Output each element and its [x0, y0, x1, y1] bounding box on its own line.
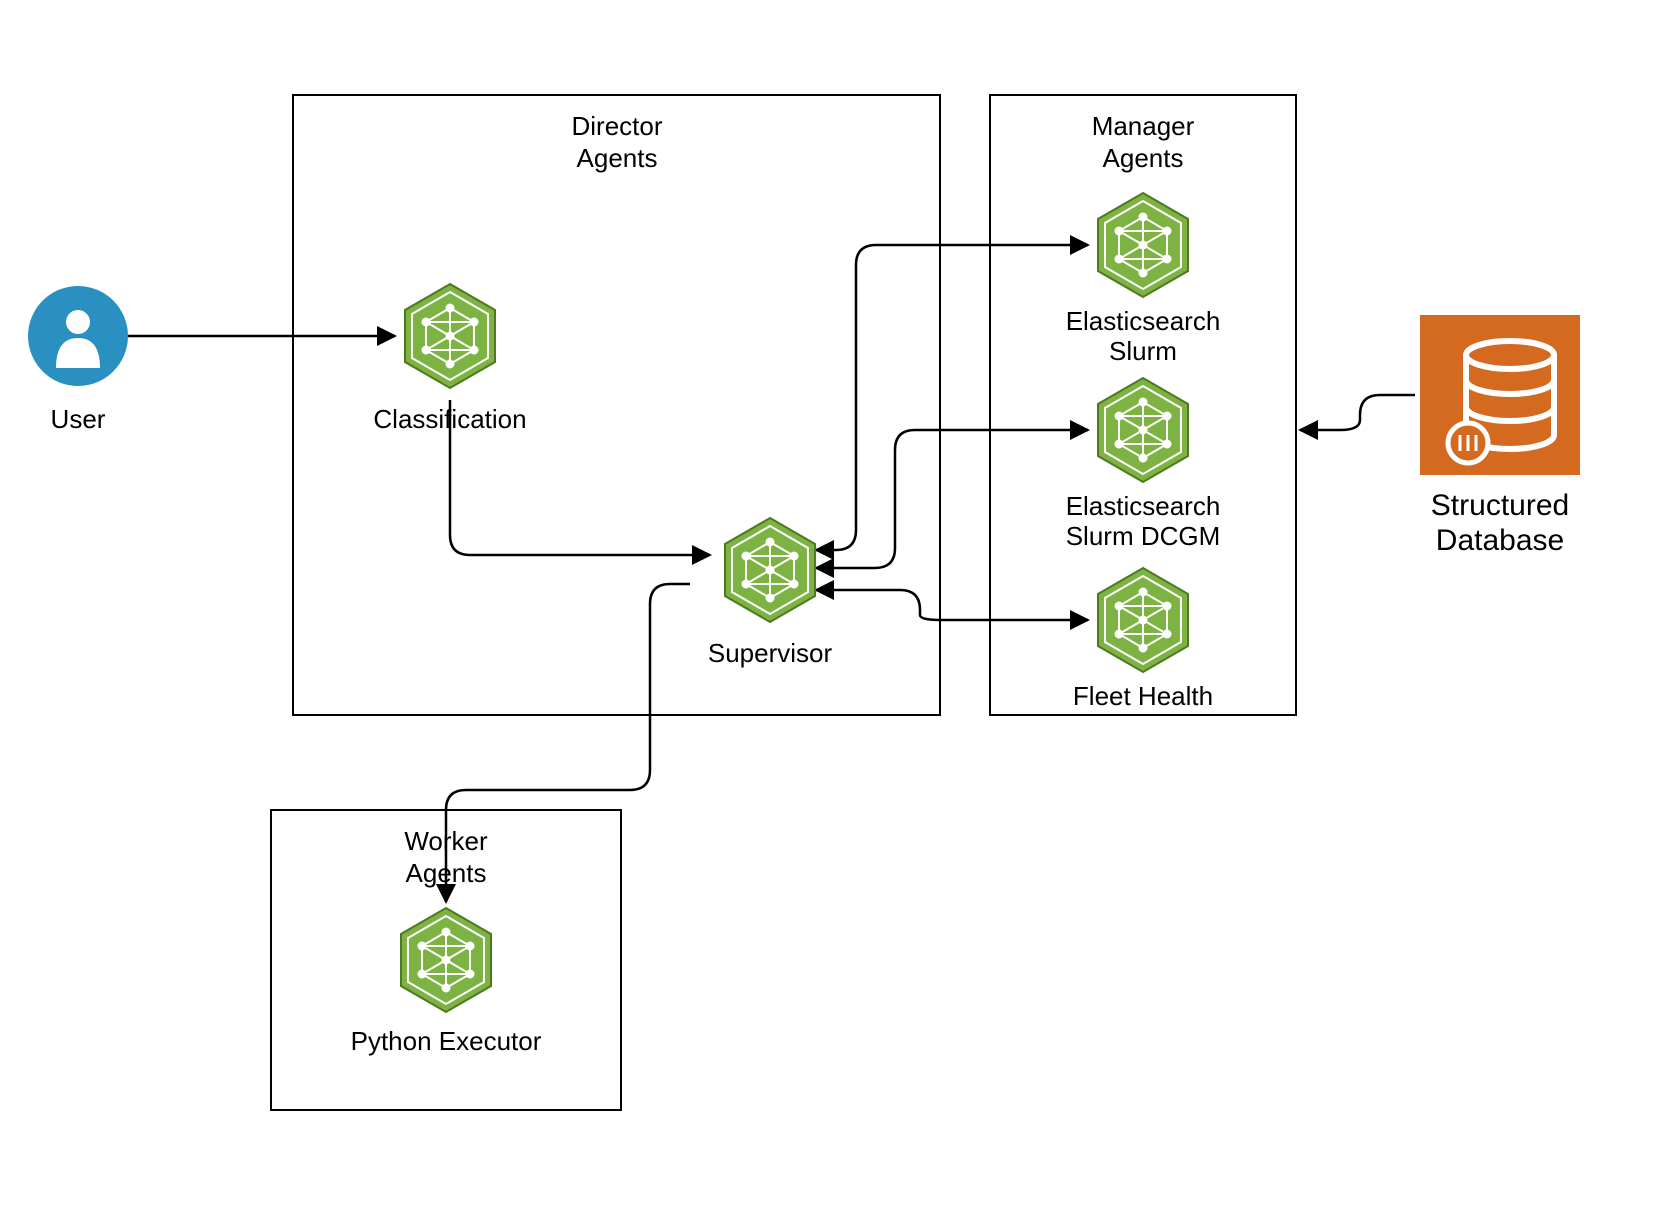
fleet-health-label: Fleet Health	[1073, 681, 1213, 711]
es-slurm-label-l2: Slurm	[1109, 336, 1177, 366]
architecture-diagram: Director Agents Manager Agents Worker Ag…	[0, 0, 1662, 1206]
agent-icon	[405, 284, 495, 388]
director-title-l1: Director	[571, 111, 662, 141]
es-slurm-node	[1098, 193, 1188, 297]
manager-title-l1: Manager	[1092, 111, 1195, 141]
agent-icon	[1098, 378, 1188, 482]
fleet-health-node	[1098, 568, 1188, 672]
database-label-l2: Database	[1436, 524, 1564, 557]
agent-icon	[725, 518, 815, 622]
database-label-l1: Structured	[1431, 489, 1569, 522]
es-slurm-dcgm-label-l1: Elasticsearch	[1066, 491, 1221, 521]
python-executor-label: Python Executor	[351, 1026, 542, 1056]
es-slurm-dcgm-node	[1098, 378, 1188, 482]
es-slurm-label-l1: Elasticsearch	[1066, 306, 1221, 336]
structured-database-node	[1420, 315, 1580, 475]
edge-database-to-managers	[1300, 395, 1415, 430]
supervisor-node	[725, 518, 815, 622]
agent-icon	[401, 908, 491, 1012]
user-node	[28, 286, 128, 386]
classification-node	[405, 284, 495, 388]
manager-title-l2: Agents	[1103, 143, 1184, 173]
agent-icon	[1098, 193, 1188, 297]
user-icon	[28, 286, 128, 386]
classification-label: Classification	[373, 404, 526, 434]
python-executor-node	[401, 908, 491, 1012]
edge-supervisor-fleet-health	[816, 590, 1088, 620]
es-slurm-dcgm-label-l2: Slurm DCGM	[1066, 521, 1221, 551]
agent-icon	[1098, 568, 1188, 672]
supervisor-label: Supervisor	[708, 638, 833, 668]
edge-supervisor-es-slurm	[816, 245, 1088, 550]
user-label: User	[51, 404, 106, 434]
director-title-l2: Agents	[577, 143, 658, 173]
